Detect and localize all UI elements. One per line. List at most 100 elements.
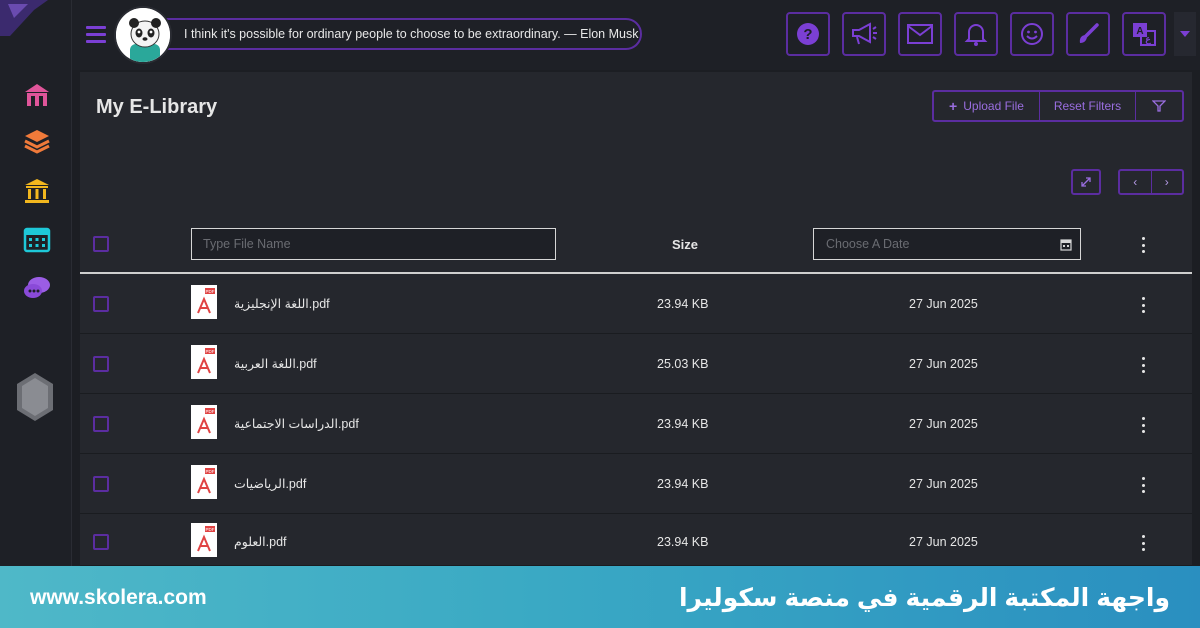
account-dropdown[interactable] <box>1174 12 1196 56</box>
banner-title: واجهة المكتبة الرقمية في منصة سكوليرا <box>678 584 1170 612</box>
prev-page-button[interactable]: ‹ <box>1120 171 1152 193</box>
row-checkbox[interactable] <box>93 416 109 432</box>
promo-banner: www.skolera.com واجهة المكتبة الرقمية في… <box>0 566 1200 628</box>
pdf-file-icon: PDF <box>191 345 217 379</box>
sidebar-item-institution[interactable] <box>20 174 54 208</box>
row-checkbox[interactable] <box>93 476 109 492</box>
translate-icon: A ع <box>1133 23 1156 46</box>
row-more-icon[interactable] <box>1139 357 1147 373</box>
avatar[interactable] <box>114 6 172 64</box>
upload-file-label: Upload File <box>963 99 1024 113</box>
row-checkbox[interactable] <box>93 356 109 372</box>
file-name[interactable]: الرياضيات.pdf <box>234 476 306 491</box>
date-filter-placeholder: Choose A Date <box>826 237 910 251</box>
top-icon-bar: ? A ع <box>786 12 1166 56</box>
reset-filters-label: Reset Filters <box>1053 99 1122 113</box>
language-button[interactable]: A ع <box>1122 12 1166 56</box>
row-checkbox[interactable] <box>93 296 109 312</box>
table-row[interactable]: PDF اللغة الإنجليزية.pdf 23.94 KB 27 Jun… <box>80 274 1192 334</box>
file-date: 27 Jun 2025 <box>909 477 978 491</box>
row-more-icon[interactable] <box>1139 297 1147 313</box>
theme-button[interactable] <box>1066 12 1110 56</box>
smiley-icon <box>1021 23 1043 45</box>
row-checkbox[interactable] <box>93 534 109 550</box>
panda-avatar-icon <box>116 8 170 62</box>
plus-icon: + <box>949 98 958 114</box>
pdf-file-icon: PDF <box>191 285 217 319</box>
topbar: I think it's possible for ordinary peopl… <box>72 0 1200 70</box>
size-column-header[interactable]: Size <box>672 237 698 252</box>
file-date: 27 Jun 2025 <box>909 417 978 431</box>
upload-file-button[interactable]: + Upload File <box>934 92 1040 120</box>
row-more-icon[interactable] <box>1139 417 1147 433</box>
notifications-button[interactable] <box>954 12 998 56</box>
help-icon: ? <box>797 23 819 45</box>
chat-icon <box>24 277 50 298</box>
reset-filters-button[interactable]: Reset Filters <box>1040 92 1136 120</box>
sidebar-item-calendar[interactable] <box>20 222 54 256</box>
date-filter-input[interactable]: Choose A Date <box>813 228 1081 260</box>
banner-url: www.skolera.com <box>30 586 207 609</box>
svg-text:ع: ع <box>1145 34 1151 45</box>
table-row[interactable]: PDF الدراسات الاجتماعية.pdf 23.94 KB 27 … <box>80 394 1192 454</box>
file-size: 23.94 KB <box>657 477 709 491</box>
file-date: 27 Jun 2025 <box>909 535 978 549</box>
row-more-icon[interactable] <box>1139 477 1147 493</box>
brush-icon <box>1079 23 1099 43</box>
svg-text:PDF: PDF <box>206 289 215 294</box>
quote-bar: I think it's possible for ordinary peopl… <box>116 18 642 50</box>
select-all-checkbox[interactable] <box>93 236 109 252</box>
badge-hexagon-icon[interactable] <box>16 372 54 422</box>
pdf-file-icon: PDF <box>191 523 217 557</box>
filter-button[interactable] <box>1136 92 1182 120</box>
expand-icon <box>1081 177 1091 187</box>
svg-text:?: ? <box>803 26 812 43</box>
library-panel: My E-Library + Upload File Reset Filters… <box>80 72 1192 566</box>
announcements-button[interactable] <box>842 12 886 56</box>
file-name[interactable]: اللغة العربية.pdf <box>234 356 317 371</box>
sidebar-item-courses[interactable] <box>20 124 54 158</box>
file-name[interactable]: اللغة الإنجليزية.pdf <box>234 296 330 311</box>
page-title: My E-Library <box>96 96 218 118</box>
pdf-file-icon: PDF <box>191 405 217 439</box>
institution-icon <box>25 179 49 203</box>
pager: ‹ › <box>1118 169 1184 195</box>
fullscreen-button[interactable] <box>1071 169 1101 195</box>
calendar-icon <box>23 227 51 253</box>
logo-icon[interactable] <box>0 0 48 36</box>
file-date: 27 Jun 2025 <box>909 357 978 371</box>
mail-icon <box>907 24 933 44</box>
file-size: 23.94 KB <box>657 417 709 431</box>
quote-text: I think it's possible for ordinary peopl… <box>184 27 639 41</box>
menu-toggle-icon[interactable] <box>86 26 106 44</box>
file-size: 23.94 KB <box>657 535 709 549</box>
table-row[interactable]: PDF الرياضيات.pdf 23.94 KB 27 Jun 2025 <box>80 454 1192 514</box>
file-size: 23.94 KB <box>657 297 709 311</box>
table-header: Size Choose A Date <box>80 216 1192 274</box>
sidebar <box>0 0 72 566</box>
next-page-button[interactable]: › <box>1152 171 1183 193</box>
library-toolbar: + Upload File Reset Filters <box>932 90 1184 122</box>
header-more-icon[interactable] <box>1139 237 1147 253</box>
help-button[interactable]: ? <box>786 12 830 56</box>
svg-text:A: A <box>1136 26 1143 37</box>
messages-button[interactable] <box>898 12 942 56</box>
calendar-picker-icon <box>1060 239 1072 251</box>
file-name[interactable]: العلوم.pdf <box>234 534 287 549</box>
table-row[interactable]: PDF اللغة العربية.pdf 25.03 KB 27 Jun 20… <box>80 334 1192 394</box>
bell-icon <box>964 24 988 46</box>
home-icon <box>25 84 49 106</box>
sidebar-item-messages[interactable] <box>20 271 54 305</box>
svg-text:PDF: PDF <box>206 527 215 532</box>
filter-icon <box>1152 100 1166 112</box>
sidebar-item-home[interactable] <box>20 78 54 112</box>
pdf-file-icon: PDF <box>191 465 217 499</box>
megaphone-icon <box>852 22 877 45</box>
mood-button[interactable] <box>1010 12 1054 56</box>
file-name-filter-input[interactable] <box>191 228 556 260</box>
file-name[interactable]: الدراسات الاجتماعية.pdf <box>234 416 359 431</box>
table-row[interactable]: PDF العلوم.pdf 23.94 KB 27 Jun 2025 <box>80 514 1192 566</box>
caret-down-icon <box>1180 31 1190 37</box>
svg-text:PDF: PDF <box>206 409 215 414</box>
row-more-icon[interactable] <box>1139 535 1147 551</box>
